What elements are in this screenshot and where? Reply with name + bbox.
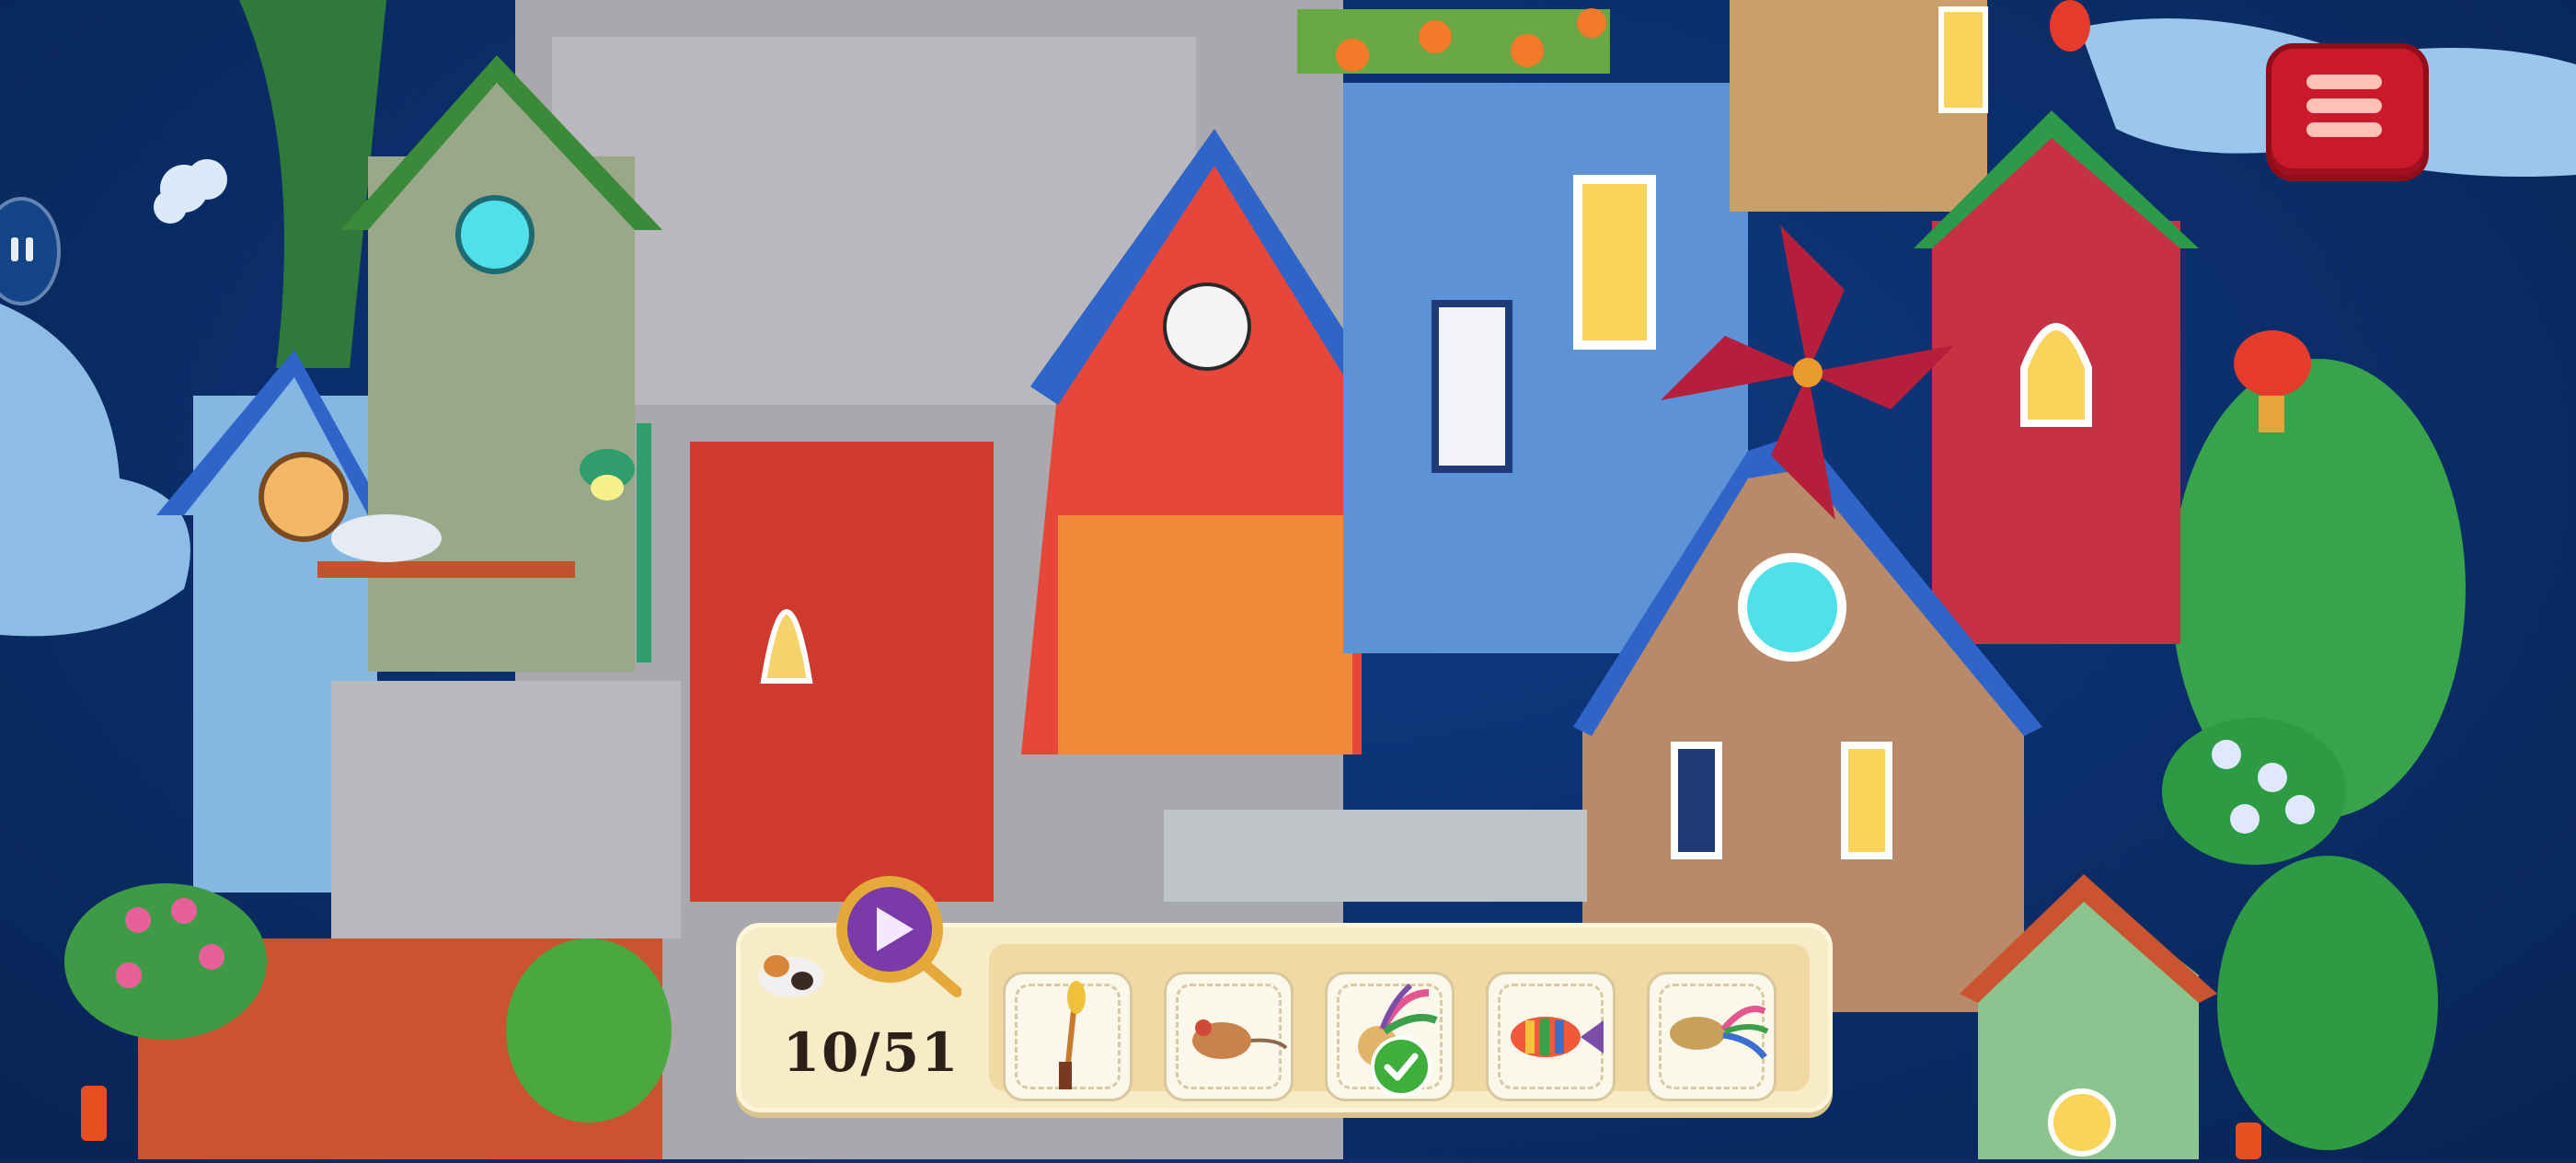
found-counter: 10/51 — [782, 1021, 960, 1084]
found-check-icon — [1371, 1036, 1432, 1097]
hint-button[interactable] — [833, 872, 962, 1001]
feather-fish-icon — [1670, 1006, 1769, 1060]
item-slot-4[interactable] — [1486, 972, 1616, 1101]
toy-mouse-icon — [1192, 1019, 1288, 1059]
cloud-left — [0, 304, 190, 637]
rainbow-fish-icon — [1511, 1017, 1604, 1057]
play-hint-icon — [836, 876, 962, 997]
item-slot-1[interactable] — [1003, 972, 1133, 1101]
cat-icon — [754, 938, 828, 1003]
item-slot-5[interactable] — [1647, 972, 1777, 1101]
item-slot-2[interactable] — [1164, 972, 1294, 1101]
menu-button[interactable] — [2266, 43, 2429, 181]
feather-wand-icon — [1059, 981, 1086, 1090]
